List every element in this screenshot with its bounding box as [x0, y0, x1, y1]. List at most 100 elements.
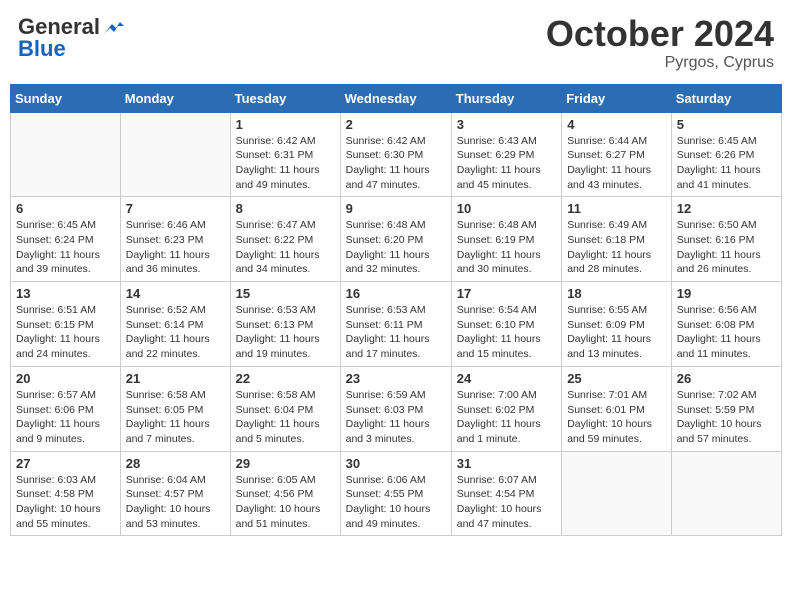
- logo-bird-icon: [102, 20, 124, 38]
- day-info: Sunrise: 6:51 AM Sunset: 6:15 PM Dayligh…: [16, 303, 115, 362]
- calendar-cell: 29 Sunrise: 6:05 AM Sunset: 4:56 PM Dayli…: [230, 451, 340, 536]
- day-info: Sunrise: 6:54 AM Sunset: 6:10 PM Dayligh…: [457, 303, 556, 362]
- day-info: Sunrise: 6:49 AM Sunset: 6:18 PM Dayligh…: [567, 218, 666, 277]
- page-header: General Blue October 2024 Pyrgos, Cyprus: [10, 10, 782, 76]
- day-info: Sunrise: 6:57 AM Sunset: 6:06 PM Dayligh…: [16, 388, 115, 447]
- day-info: Sunrise: 6:47 AM Sunset: 6:22 PM Dayligh…: [236, 218, 335, 277]
- calendar-cell: 5 Sunrise: 6:45 AM Sunset: 6:26 PM Daylig…: [671, 112, 781, 197]
- calendar-cell: 22 Sunrise: 6:58 AM Sunset: 6:04 PM Dayli…: [230, 366, 340, 451]
- day-number: 19: [677, 286, 776, 301]
- calendar-cell: 2Sunrise: 6:42 AM Sunset: 6:30 PM Daylig…: [340, 112, 451, 197]
- day-number: 11: [567, 201, 666, 216]
- day-header-wednesday: Wednesday: [340, 84, 451, 112]
- day-number: 13: [16, 286, 115, 301]
- day-number: 23: [346, 371, 446, 386]
- logo: General Blue: [18, 14, 124, 62]
- calendar-cell: 23 Sunrise: 6:59 AM Sunset: 6:03 PM Dayli…: [340, 366, 451, 451]
- day-info: Sunrise: 6:44 AM Sunset: 6:27 PM Dayligh…: [567, 134, 666, 193]
- day-number: 12: [677, 201, 776, 216]
- calendar-cell: 1Sunrise: 6:42 AM Sunset: 6:31 PM Daylig…: [230, 112, 340, 197]
- day-info: Sunrise: 6:03 AM Sunset: 4:58 PM Dayligh…: [16, 473, 115, 532]
- calendar-cell: [671, 451, 781, 536]
- day-info: Sunrise: 6:52 AM Sunset: 6:14 PM Dayligh…: [126, 303, 225, 362]
- day-number: 16: [346, 286, 446, 301]
- calendar-cell: 13 Sunrise: 6:51 AM Sunset: 6:15 PM Dayli…: [11, 282, 121, 367]
- calendar-body: 1Sunrise: 6:42 AM Sunset: 6:31 PM Daylig…: [11, 112, 782, 536]
- calendar-cell: 6Sunrise: 6:45 AM Sunset: 6:24 PM Daylig…: [11, 197, 121, 282]
- day-number: 22: [236, 371, 335, 386]
- calendar-cell: 7Sunrise: 6:46 AM Sunset: 6:23 PM Daylig…: [120, 197, 230, 282]
- calendar-cell: 15Sunrise: 6:53 AM Sunset: 6:13 PM Dayli…: [230, 282, 340, 367]
- day-info: Sunrise: 6:05 AM Sunset: 4:56 PM Dayligh…: [236, 473, 335, 532]
- day-number: 8: [236, 201, 335, 216]
- day-number: 30: [346, 456, 446, 471]
- day-number: 14: [126, 286, 225, 301]
- day-info: Sunrise: 7:01 AM Sunset: 6:01 PM Dayligh…: [567, 388, 666, 447]
- calendar-cell: 21 Sunrise: 6:58 AM Sunset: 6:05 PM Dayli…: [120, 366, 230, 451]
- day-info: Sunrise: 6:58 AM Sunset: 6:04 PM Dayligh…: [236, 388, 335, 447]
- day-header-saturday: Saturday: [671, 84, 781, 112]
- day-header-sunday: Sunday: [11, 84, 121, 112]
- day-number: 7: [126, 201, 225, 216]
- day-info: Sunrise: 6:55 AM Sunset: 6:09 PM Dayligh…: [567, 303, 666, 362]
- calendar-cell: 3Sunrise: 6:43 AM Sunset: 6:29 PM Daylig…: [451, 112, 561, 197]
- title-block: October 2024 Pyrgos, Cyprus: [546, 14, 774, 72]
- day-number: 9: [346, 201, 446, 216]
- day-info: Sunrise: 6:48 AM Sunset: 6:19 PM Dayligh…: [457, 218, 556, 277]
- calendar-cell: 16Sunrise: 6:53 AM Sunset: 6:11 PM Dayli…: [340, 282, 451, 367]
- day-number: 25: [567, 371, 666, 386]
- calendar-cell: 4 Sunrise: 6:44 AM Sunset: 6:27 PM Daylig…: [562, 112, 672, 197]
- day-info: Sunrise: 6:42 AM Sunset: 6:30 PM Dayligh…: [346, 134, 446, 193]
- calendar-cell: 18 Sunrise: 6:55 AM Sunset: 6:09 PM Dayli…: [562, 282, 672, 367]
- calendar-cell: 10Sunrise: 6:48 AM Sunset: 6:19 PM Dayli…: [451, 197, 561, 282]
- day-info: Sunrise: 6:42 AM Sunset: 6:31 PM Dayligh…: [236, 134, 335, 193]
- day-info: Sunrise: 6:43 AM Sunset: 6:29 PM Dayligh…: [457, 134, 556, 193]
- month-title: October 2024: [546, 14, 774, 54]
- day-info: Sunrise: 6:06 AM Sunset: 4:55 PM Dayligh…: [346, 473, 446, 532]
- calendar-cell: [120, 112, 230, 197]
- day-header-thursday: Thursday: [451, 84, 561, 112]
- calendar-cell: 25 Sunrise: 7:01 AM Sunset: 6:01 PM Dayli…: [562, 366, 672, 451]
- day-number: 29: [236, 456, 335, 471]
- day-number: 27: [16, 456, 115, 471]
- calendar-cell: 27 Sunrise: 6:03 AM Sunset: 4:58 PM Dayli…: [11, 451, 121, 536]
- day-info: Sunrise: 6:50 AM Sunset: 6:16 PM Dayligh…: [677, 218, 776, 277]
- day-number: 31: [457, 456, 556, 471]
- day-number: 28: [126, 456, 225, 471]
- day-number: 6: [16, 201, 115, 216]
- calendar-cell: 12 Sunrise: 6:50 AM Sunset: 6:16 PM Dayli…: [671, 197, 781, 282]
- day-info: Sunrise: 6:07 AM Sunset: 4:54 PM Dayligh…: [457, 473, 556, 532]
- calendar-header-row: SundayMondayTuesdayWednesdayThursdayFrid…: [11, 84, 782, 112]
- logo-block: General Blue: [18, 14, 124, 62]
- calendar-cell: 28 Sunrise: 6:04 AM Sunset: 4:57 PM Dayli…: [120, 451, 230, 536]
- calendar-week-1: 1Sunrise: 6:42 AM Sunset: 6:31 PM Daylig…: [11, 112, 782, 197]
- calendar-cell: 9 Sunrise: 6:48 AM Sunset: 6:20 PM Daylig…: [340, 197, 451, 282]
- day-info: Sunrise: 6:53 AM Sunset: 6:13 PM Dayligh…: [236, 303, 335, 362]
- calendar-cell: 26Sunrise: 7:02 AM Sunset: 5:59 PM Dayli…: [671, 366, 781, 451]
- calendar-cell: [562, 451, 672, 536]
- day-info: Sunrise: 6:45 AM Sunset: 6:26 PM Dayligh…: [677, 134, 776, 193]
- calendar-cell: 19 Sunrise: 6:56 AM Sunset: 6:08 PM Dayli…: [671, 282, 781, 367]
- calendar-cell: 14 Sunrise: 6:52 AM Sunset: 6:14 PM Dayli…: [120, 282, 230, 367]
- calendar-cell: 30 Sunrise: 6:06 AM Sunset: 4:55 PM Dayli…: [340, 451, 451, 536]
- day-number: 26: [677, 371, 776, 386]
- calendar-cell: 31 Sunrise: 6:07 AM Sunset: 4:54 PM Dayli…: [451, 451, 561, 536]
- day-info: Sunrise: 6:56 AM Sunset: 6:08 PM Dayligh…: [677, 303, 776, 362]
- calendar-cell: 17Sunrise: 6:54 AM Sunset: 6:10 PM Dayli…: [451, 282, 561, 367]
- day-number: 18: [567, 286, 666, 301]
- day-header-monday: Monday: [120, 84, 230, 112]
- location: Pyrgos, Cyprus: [546, 54, 774, 72]
- calendar-week-2: 6Sunrise: 6:45 AM Sunset: 6:24 PM Daylig…: [11, 197, 782, 282]
- calendar-cell: 11 Sunrise: 6:49 AM Sunset: 6:18 PM Dayli…: [562, 197, 672, 282]
- day-info: Sunrise: 6:58 AM Sunset: 6:05 PM Dayligh…: [126, 388, 225, 447]
- day-info: Sunrise: 6:59 AM Sunset: 6:03 PM Dayligh…: [346, 388, 446, 447]
- day-info: Sunrise: 6:48 AM Sunset: 6:20 PM Dayligh…: [346, 218, 446, 277]
- calendar-cell: [11, 112, 121, 197]
- day-number: 5: [677, 117, 776, 132]
- day-info: Sunrise: 6:04 AM Sunset: 4:57 PM Dayligh…: [126, 473, 225, 532]
- day-number: 4: [567, 117, 666, 132]
- day-number: 21: [126, 371, 225, 386]
- day-number: 20: [16, 371, 115, 386]
- calendar-week-5: 27 Sunrise: 6:03 AM Sunset: 4:58 PM Dayli…: [11, 451, 782, 536]
- calendar-cell: 20 Sunrise: 6:57 AM Sunset: 6:06 PM Dayli…: [11, 366, 121, 451]
